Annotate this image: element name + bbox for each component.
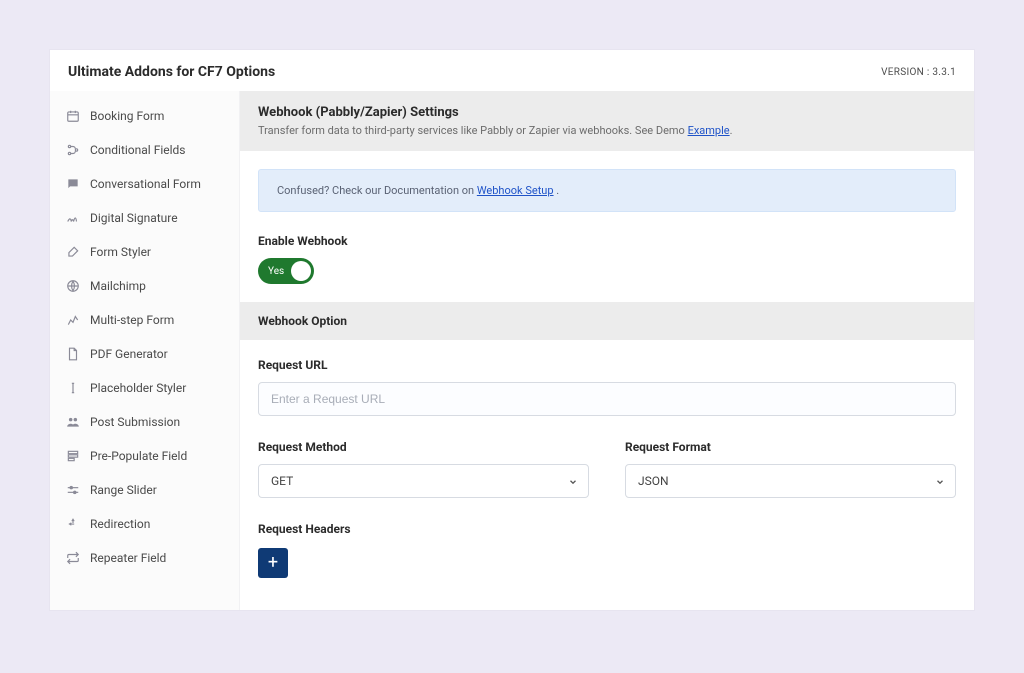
options-panel: Ultimate Addons for CF7 Options VERSION … <box>50 50 974 610</box>
redirect-icon <box>66 517 80 531</box>
sidebar-item-label: Pre-Populate Field <box>90 449 187 463</box>
sidebar-item-conditional-fields[interactable]: Conditional Fields <box>50 133 239 167</box>
panel-body: Booking Form Conditional Fields Conversa… <box>50 91 974 610</box>
sidebar-item-label: Repeater Field <box>90 551 166 565</box>
add-header-button[interactable]: + <box>258 548 288 578</box>
sidebar-item-label: PDF Generator <box>90 347 168 361</box>
sidebar-item-post-submission[interactable]: Post Submission <box>50 405 239 439</box>
request-format-select[interactable]: JSON <box>625 464 956 498</box>
sidebar-item-label: Digital Signature <box>90 211 178 225</box>
calendar-icon <box>66 109 80 123</box>
sidebar-item-label: Range Slider <box>90 483 157 497</box>
webhook-option-form: Request URL Request Method GET Request F… <box>240 340 974 578</box>
sidebar-item-booking-form[interactable]: Booking Form <box>50 99 239 133</box>
version-label: VERSION : 3.3.1 <box>881 67 956 78</box>
request-headers-label: Request Headers <box>258 522 956 536</box>
webhook-option-header: Webhook Option <box>240 302 974 340</box>
repeat-icon <box>66 551 80 565</box>
request-method-value: GET <box>271 474 293 488</box>
request-method-label: Request Method <box>258 440 589 454</box>
sidebar-item-range-slider[interactable]: Range Slider <box>50 473 239 507</box>
sidebar-item-repeater-field[interactable]: Repeater Field <box>50 541 239 575</box>
content-area: Webhook (Pabbly/Zapier) Settings Transfe… <box>240 91 974 610</box>
sidebar-item-pre-populate-field[interactable]: Pre-Populate Field <box>50 439 239 473</box>
sidebar-item-label: Form Styler <box>90 245 151 259</box>
sidebar-item-form-styler[interactable]: Form Styler <box>50 235 239 269</box>
sidebar-item-pdf-generator[interactable]: PDF Generator <box>50 337 239 371</box>
panel-header: Ultimate Addons for CF7 Options VERSION … <box>50 50 974 91</box>
enable-webhook-label: Enable Webhook <box>258 234 956 248</box>
request-format-label: Request Format <box>625 440 956 454</box>
sidebar-item-label: Placeholder Styler <box>90 381 186 395</box>
enable-webhook-field: Enable Webhook Yes <box>258 234 956 284</box>
request-headers-field: Request Headers + <box>258 522 956 578</box>
info-text: Confused? Check our Documentation on <box>277 184 477 197</box>
chat-icon <box>66 177 80 191</box>
page-title: Ultimate Addons for CF7 Options <box>68 64 275 80</box>
request-method-select[interactable]: GET <box>258 464 589 498</box>
info-box: Confused? Check our Documentation on Web… <box>258 169 956 212</box>
file-icon <box>66 347 80 361</box>
chevron-down-icon <box>935 476 945 486</box>
request-url-label: Request URL <box>258 358 956 372</box>
enable-webhook-toggle[interactable]: Yes <box>258 258 314 284</box>
example-link[interactable]: Example <box>688 124 730 137</box>
sidebar-item-mailchimp[interactable]: Mailchimp <box>50 269 239 303</box>
request-url-field: Request URL <box>258 358 956 416</box>
chevron-down-icon <box>568 476 578 486</box>
signature-icon <box>66 211 80 225</box>
sidebar-item-label: Booking Form <box>90 109 164 123</box>
mail-icon <box>66 279 80 293</box>
request-format-value: JSON <box>638 474 669 488</box>
sidebar-item-label: Mailchimp <box>90 279 146 293</box>
toggle-knob <box>291 261 311 281</box>
settings-subtitle-text: Transfer form data to third-party servic… <box>258 124 688 137</box>
toggle-state-label: Yes <box>268 266 284 277</box>
sidebar-item-label: Post Submission <box>90 415 180 429</box>
sliders-icon <box>66 483 80 497</box>
sidebar-item-placeholder-styler[interactable]: Placeholder Styler <box>50 371 239 405</box>
users-icon <box>66 415 80 429</box>
settings-subtitle: Transfer form data to third-party servic… <box>258 124 956 137</box>
sidebar-item-conversational-form[interactable]: Conversational Form <box>50 167 239 201</box>
steps-icon <box>66 313 80 327</box>
request-format-field: Request Format JSON <box>625 440 956 498</box>
sidebar-item-redirection[interactable]: Redirection <box>50 507 239 541</box>
branch-icon <box>66 143 80 157</box>
cursor-icon <box>66 381 80 395</box>
settings-title: Webhook (Pabbly/Zapier) Settings <box>258 105 956 120</box>
sidebar-item-label: Conditional Fields <box>90 143 186 157</box>
doc-link[interactable]: Webhook Setup <box>477 184 554 197</box>
settings-header: Webhook (Pabbly/Zapier) Settings Transfe… <box>240 91 974 151</box>
brush-icon <box>66 245 80 259</box>
sidebar: Booking Form Conditional Fields Conversa… <box>50 91 240 610</box>
sidebar-item-label: Conversational Form <box>90 177 201 191</box>
content-inner: Confused? Check our Documentation on Web… <box>240 151 974 302</box>
sidebar-item-label: Redirection <box>90 517 150 531</box>
populate-icon <box>66 449 80 463</box>
sidebar-item-label: Multi-step Form <box>90 313 174 327</box>
request-method-field: Request Method GET <box>258 440 589 498</box>
plus-icon: + <box>268 554 278 572</box>
sidebar-item-digital-signature[interactable]: Digital Signature <box>50 201 239 235</box>
request-url-input[interactable] <box>258 382 956 416</box>
sidebar-item-multistep-form[interactable]: Multi-step Form <box>50 303 239 337</box>
